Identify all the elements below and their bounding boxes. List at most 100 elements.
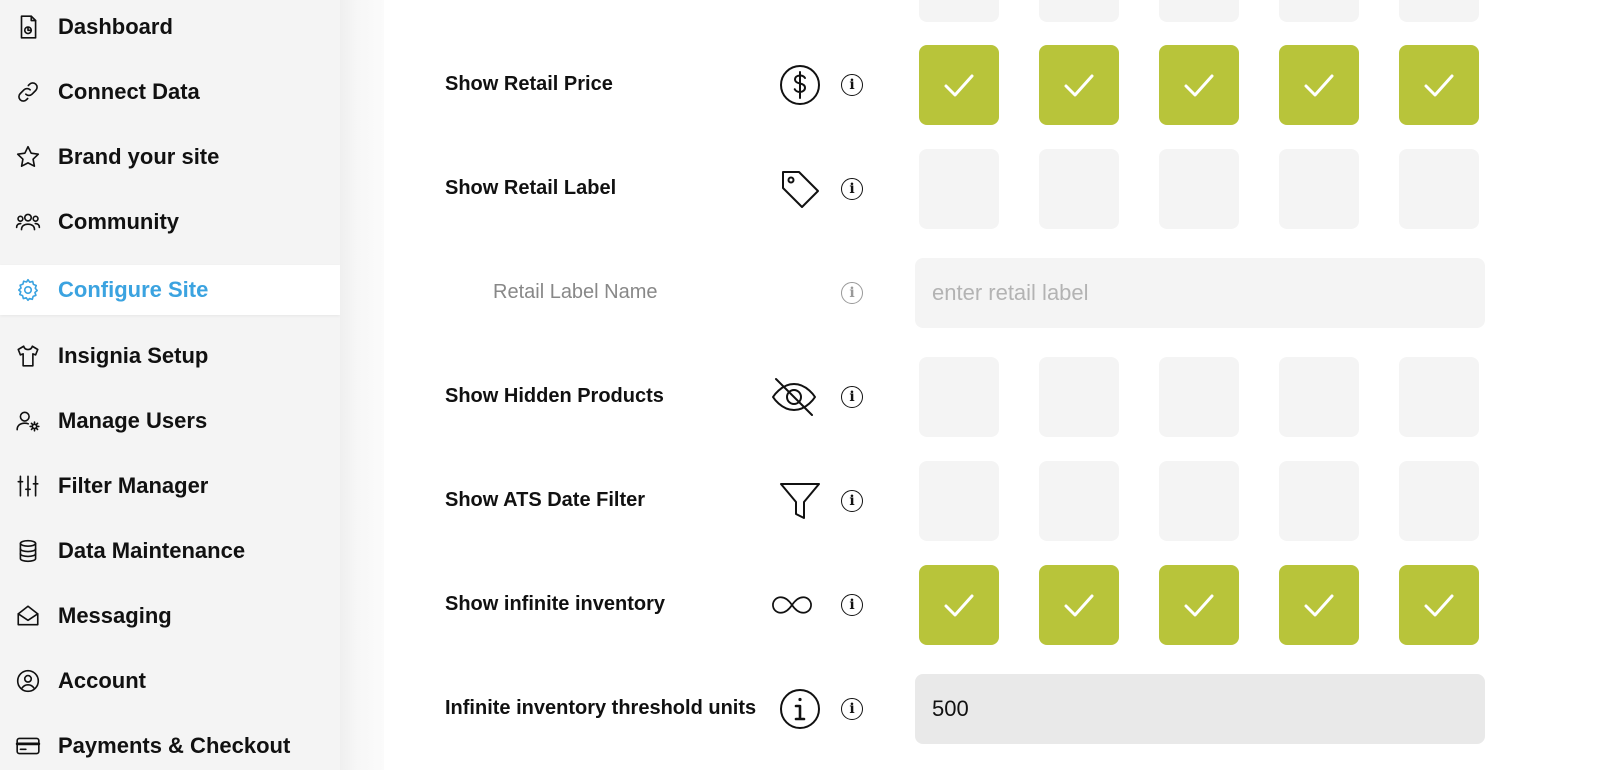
sidebar-item-configure-site[interactable]: Configure Site bbox=[0, 265, 340, 315]
setting-checkbox[interactable] bbox=[1399, 461, 1479, 541]
sidebar-item-label: Manage Users bbox=[58, 408, 208, 433]
sidebar: Dashboard Connect Data Brand your site C… bbox=[0, 0, 340, 770]
sidebar-item-community[interactable]: Community bbox=[0, 197, 340, 247]
setting-checkbox[interactable] bbox=[1279, 357, 1359, 437]
setting-checkbox[interactable] bbox=[1039, 149, 1119, 229]
sidebar-item-account[interactable]: Account bbox=[0, 656, 340, 706]
info-icon[interactable]: i bbox=[841, 594, 863, 616]
gear-icon bbox=[14, 276, 42, 304]
settings-panel: Show Retail Price i Show Retail Label i bbox=[384, 0, 1600, 770]
sliders-icon bbox=[14, 472, 42, 500]
setting-checkbox[interactable] bbox=[1279, 0, 1359, 22]
setting-checkbox[interactable] bbox=[1399, 45, 1479, 125]
setting-checkbox[interactable] bbox=[919, 565, 999, 645]
setting-checkbox[interactable] bbox=[919, 461, 999, 541]
info-icon[interactable]: i bbox=[841, 282, 863, 304]
setting-checkbox[interactable] bbox=[1039, 357, 1119, 437]
sidebar-item-manage-users[interactable]: Manage Users bbox=[0, 396, 340, 446]
checkmark-icon bbox=[1424, 594, 1454, 617]
info-icon[interactable]: i bbox=[841, 178, 863, 200]
sidebar-item-brand-your-site[interactable]: Brand your site bbox=[0, 132, 340, 182]
sidebar-divider bbox=[340, 0, 384, 770]
checkmark-icon bbox=[1184, 594, 1214, 617]
setting-checkbox[interactable] bbox=[1399, 357, 1479, 437]
setting-label: Show infinite inventory bbox=[445, 593, 666, 615]
funnel-icon bbox=[774, 475, 826, 527]
setting-checkbox[interactable] bbox=[1279, 461, 1359, 541]
setting-label: Show Retail Price bbox=[445, 73, 613, 95]
info-icon[interactable]: i bbox=[841, 74, 863, 96]
checkmark-icon bbox=[944, 594, 974, 617]
retail-label-input[interactable] bbox=[915, 258, 1485, 328]
setting-checkbox[interactable] bbox=[919, 357, 999, 437]
sidebar-item-label: Insignia Setup bbox=[58, 343, 209, 368]
setting-row-retail-price: Show Retail Price i bbox=[384, 33, 1600, 137]
sidebar-item-filter-manager[interactable]: Filter Manager bbox=[0, 461, 340, 511]
setting-checkbox[interactable] bbox=[1039, 0, 1119, 22]
setting-checkbox[interactable] bbox=[1159, 357, 1239, 437]
sidebar-item-insignia-setup[interactable]: Insignia Setup bbox=[0, 331, 340, 381]
sidebar-item-label: Payments & Checkout bbox=[58, 733, 291, 758]
setting-checkbox[interactable] bbox=[1279, 565, 1359, 645]
setting-checkbox[interactable] bbox=[1279, 45, 1359, 125]
eye-off-icon bbox=[768, 371, 820, 423]
setting-checkbox[interactable] bbox=[1159, 565, 1239, 645]
checkmark-icon bbox=[1184, 74, 1214, 97]
sidebar-item-messaging[interactable]: Messaging bbox=[0, 591, 340, 641]
setting-checkbox[interactable] bbox=[919, 45, 999, 125]
sidebar-item-connect-data[interactable]: Connect Data bbox=[0, 67, 340, 117]
sidebar-item-dashboard[interactable]: Dashboard bbox=[0, 2, 340, 52]
setting-label: Retail Label Name bbox=[493, 281, 658, 303]
setting-checkbox[interactable] bbox=[1159, 461, 1239, 541]
setting-row-infinite-inventory: Show infinite inventory i bbox=[384, 553, 1600, 657]
info-icon[interactable]: i bbox=[841, 490, 863, 512]
sidebar-item-label: Account bbox=[58, 668, 146, 693]
setting-checkbox[interactable] bbox=[1039, 461, 1119, 541]
info-icon[interactable]: i bbox=[841, 386, 863, 408]
setting-checkbox[interactable] bbox=[1399, 0, 1479, 22]
setting-checkbox[interactable] bbox=[1279, 149, 1359, 229]
setting-checkbox[interactable] bbox=[1039, 565, 1119, 645]
setting-row-threshold-units: Infinite inventory threshold units i bbox=[384, 657, 1600, 761]
setting-checkbox[interactable] bbox=[919, 149, 999, 229]
checkmark-icon bbox=[1424, 74, 1454, 97]
setting-checkbox[interactable] bbox=[919, 0, 999, 22]
user-circle-icon bbox=[14, 667, 42, 695]
setting-row-retail-label-name: Retail Label Name i bbox=[384, 241, 1600, 345]
users-icon bbox=[14, 208, 42, 236]
setting-checkbox[interactable] bbox=[1159, 149, 1239, 229]
sidebar-item-payments-checkout[interactable]: Payments & Checkout bbox=[0, 721, 340, 770]
sidebar-item-label: Dashboard bbox=[58, 14, 173, 39]
sidebar-item-label: Messaging bbox=[58, 603, 172, 628]
checkbox-group bbox=[919, 461, 1479, 541]
setting-label: Show Retail Label bbox=[445, 177, 617, 199]
checkmark-icon bbox=[1304, 74, 1334, 97]
setting-label: Infinite inventory threshold units bbox=[445, 697, 757, 719]
sidebar-item-label: Brand your site bbox=[58, 144, 220, 169]
dollar-circle-icon bbox=[774, 59, 826, 111]
setting-row-hidden-products: Show Hidden Products i bbox=[384, 345, 1600, 449]
checkmark-icon bbox=[1064, 594, 1094, 617]
sidebar-item-label: Data Maintenance bbox=[58, 538, 246, 563]
checkmark-icon bbox=[944, 74, 974, 97]
sidebar-item-data-maintenance[interactable]: Data Maintenance bbox=[0, 526, 340, 576]
star-icon bbox=[14, 143, 42, 171]
tag-icon bbox=[774, 163, 826, 215]
info-circle-icon bbox=[774, 683, 826, 735]
checkbox-group bbox=[919, 357, 1479, 437]
shirt-icon bbox=[14, 342, 42, 370]
setting-row-ats-date-filter: Show ATS Date Filter i bbox=[384, 449, 1600, 553]
checkbox-group bbox=[919, 565, 1479, 645]
setting-checkbox[interactable] bbox=[1399, 565, 1479, 645]
setting-checkbox[interactable] bbox=[1159, 0, 1239, 22]
setting-checkbox[interactable] bbox=[1039, 45, 1119, 125]
user-gear-icon bbox=[14, 407, 42, 435]
threshold-units-input[interactable] bbox=[915, 674, 1485, 744]
setting-label: Show ATS Date Filter bbox=[445, 489, 646, 511]
dashboard-icon bbox=[14, 13, 42, 41]
setting-checkbox[interactable] bbox=[1399, 149, 1479, 229]
info-icon[interactable]: i bbox=[841, 698, 863, 720]
database-icon bbox=[14, 537, 42, 565]
setting-checkbox[interactable] bbox=[1159, 45, 1239, 125]
link-icon bbox=[14, 78, 42, 106]
